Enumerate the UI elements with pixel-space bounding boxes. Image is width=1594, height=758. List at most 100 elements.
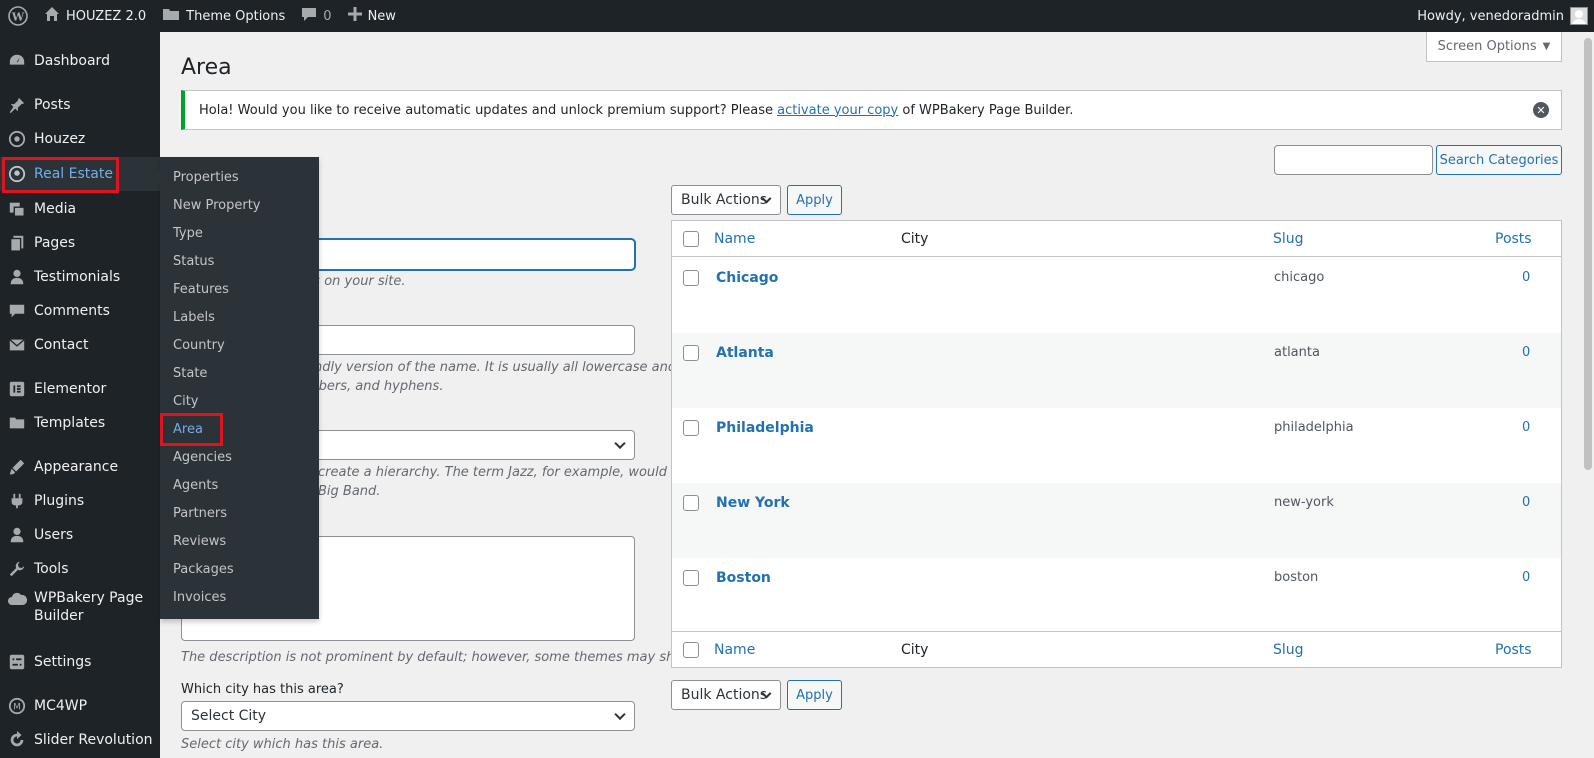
term-posts-count[interactable]: 0 [1522,495,1530,510]
row-checkbox[interactable] [683,495,699,511]
column-slug[interactable]: Slug [1273,221,1304,257]
sidebar-item-appearance[interactable]: Appearance [0,454,160,480]
submenu-item-type[interactable]: Type [173,226,203,241]
sidebar-item-slider-revolution[interactable]: Slider Revolution [0,727,160,753]
term-name-link[interactable]: Chicago [716,270,778,286]
term-slug: boston [1274,570,1319,585]
circle-icon [0,130,34,148]
submenu-item-features[interactable]: Features [173,282,229,297]
page-title: Area [181,55,232,80]
term-posts-count[interactable]: 0 [1522,570,1530,585]
column-posts-footer[interactable]: Posts [1495,632,1532,668]
submenu-item-agencies[interactable]: Agencies [173,450,232,465]
apply-button-top[interactable]: Apply [787,185,842,215]
term-name-link[interactable]: Atlanta [716,345,774,361]
term-name-link[interactable]: Philadelphia [716,420,814,436]
sidebar-item-templates[interactable]: Templates [0,410,160,436]
sidebar-item-contact[interactable]: Contact [0,332,160,358]
search-input[interactable] [1274,145,1433,175]
sidebar-item-dashboard[interactable]: Dashboard [0,48,160,74]
term-posts-count[interactable]: 0 [1522,270,1530,285]
submenu-item-status[interactable]: Status [173,254,214,269]
comment-icon [0,302,34,320]
site-name-link[interactable]: HOUZEZ 2.0 [36,0,154,32]
table-row: Atlanta atlanta 0 [672,333,1561,408]
slug-description-line2: mbers, and hyphens. [306,379,444,394]
table-row: Philadelphia philadelphia 0 [672,408,1561,483]
submenu-item-country[interactable]: Country [173,338,225,353]
row-checkbox[interactable] [683,570,699,586]
city-select[interactable]: Select City [181,701,635,731]
my-account-link[interactable]: Howdy, venedoradmin [1409,0,1594,32]
highlight-box-real-estate [2,157,119,193]
submenu-item-labels[interactable]: Labels [173,310,215,325]
new-label: New [367,8,396,24]
wordpress-logo-icon[interactable]: W [0,0,36,32]
sidebar-item-comments[interactable]: Comments [0,298,160,324]
term-name-link[interactable]: New York [716,495,790,511]
sidebar-item-plugins[interactable]: Plugins [0,488,160,514]
row-checkbox[interactable] [683,420,699,436]
column-slug-footer[interactable]: Slug [1273,632,1304,668]
column-posts[interactable]: Posts [1495,221,1532,257]
cloud-icon [0,589,34,607]
column-name[interactable]: Name [714,221,755,257]
wpbakery-notice: Hola! Would you like to receive automati… [181,90,1562,130]
parent-description-line2: Big Band. [318,484,381,499]
search-categories-button[interactable]: Search Categories [1436,145,1562,175]
sidebar-item-mc4wp[interactable]: M MC4WP [0,693,160,719]
submenu-item-properties[interactable]: Properties [173,170,239,185]
submenu-item-state[interactable]: State [173,366,207,381]
activate-link[interactable]: activate your copy [777,103,898,118]
screen-options-button[interactable]: Screen Options ▼ [1426,32,1562,62]
sidebar-item-testimonials[interactable]: Testimonials [0,264,160,290]
select-all-checkbox-bottom[interactable] [683,642,699,658]
sidebar-item-media[interactable]: Media [0,196,160,222]
term-posts-count[interactable]: 0 [1522,345,1530,360]
submenu-item-new-property[interactable]: New Property [173,198,261,213]
term-slug: philadelphia [1274,420,1354,435]
row-checkbox[interactable] [683,345,699,361]
chevron-down-icon [614,437,626,450]
new-content-link[interactable]: New [340,0,404,32]
triangle-down-icon: ▼ [1542,41,1551,52]
sidebar-item-posts[interactable]: Posts [0,92,160,118]
term-slug: chicago [1274,270,1325,285]
column-name-footer[interactable]: Name [714,632,755,668]
mail-icon [0,336,34,354]
submenu-item-partners[interactable]: Partners [173,506,227,521]
column-city: City [901,231,929,247]
bulk-actions-select-bottom[interactable]: Bulk Actions [671,680,781,710]
submenu-item-city[interactable]: City [173,394,198,409]
table-footer: Name City Slug Posts [672,631,1561,667]
mc4wp-icon: M [0,697,34,715]
select-all-checkbox[interactable] [683,231,699,247]
wrench-icon [0,560,34,578]
submenu-item-reviews[interactable]: Reviews [173,534,226,549]
description-note: The description is not prominent by defa… [181,650,710,665]
sidebar-item-elementor[interactable]: Elementor [0,376,160,402]
sidebar-item-tools[interactable]: Tools [0,556,160,582]
apply-button-bottom[interactable]: Apply [787,680,842,710]
theme-options-link[interactable]: Theme Options [154,0,293,32]
sidebar-item-houzez[interactable]: Houzez [0,126,160,152]
page-scrollbar-thumb[interactable] [1584,38,1592,470]
user-icon [0,526,34,544]
greeting: Howdy, venedoradmin [1417,8,1564,24]
sidebar-item-settings[interactable]: Settings [0,649,160,675]
submenu-item-agents[interactable]: Agents [173,478,218,493]
sidebar-item-pages[interactable]: Pages [0,230,160,256]
term-name-link[interactable]: Boston [716,570,771,586]
pin-icon [0,96,34,114]
submenu-item-packages[interactable]: Packages [173,562,234,577]
comments-count: 0 [323,8,332,24]
row-checkbox[interactable] [683,270,699,286]
dismiss-icon[interactable]: ✕ [1533,102,1549,118]
bulk-actions-select-top[interactable]: Bulk Actions [671,185,781,215]
term-posts-count[interactable]: 0 [1522,420,1530,435]
refresh-icon [0,731,34,749]
sidebar-item-wpbakery[interactable]: WPBakery Page Builder [0,589,160,629]
comments-link[interactable]: 0 [293,0,339,32]
submenu-item-invoices[interactable]: Invoices [173,590,226,605]
sidebar-item-users[interactable]: Users [0,522,160,548]
